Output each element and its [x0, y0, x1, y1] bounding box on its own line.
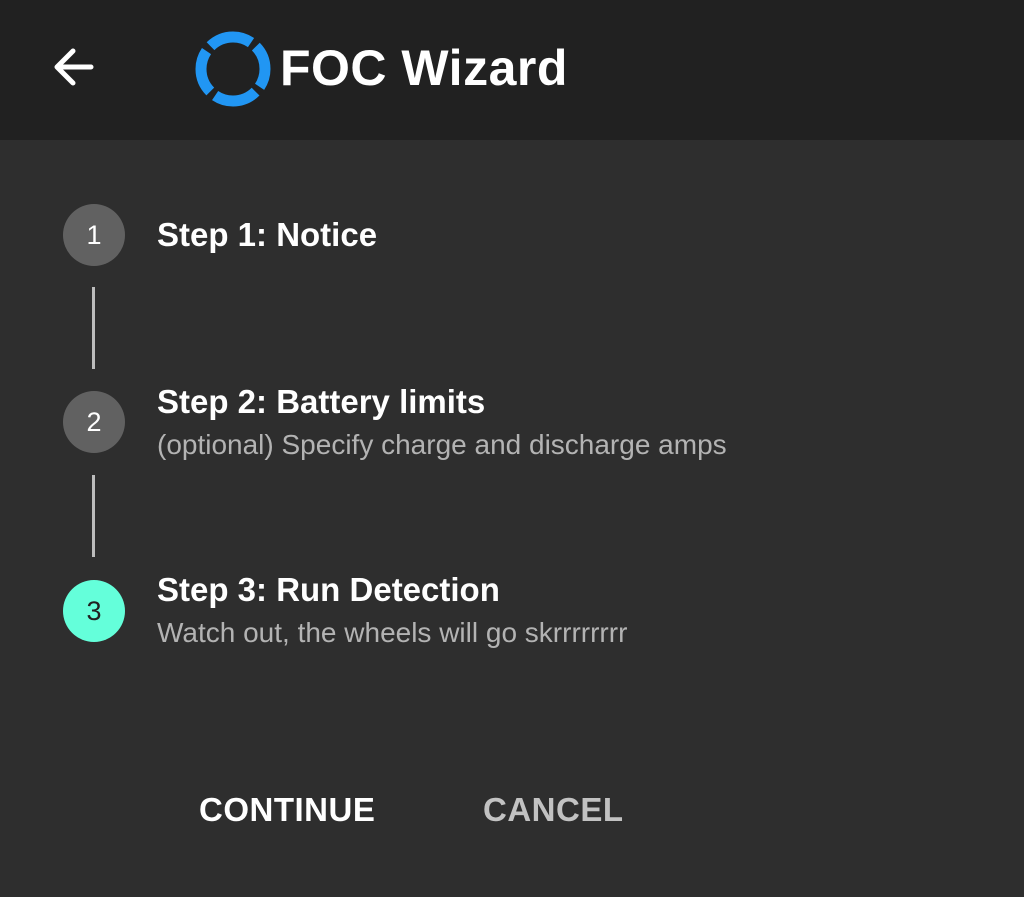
step-1-circle[interactable]: 1: [63, 204, 125, 266]
step-2-circle[interactable]: 2: [63, 391, 125, 453]
step-3-title[interactable]: Step 3: Run Detection: [157, 570, 500, 610]
continue-button[interactable]: CONTINUE: [199, 788, 375, 832]
step-connector-1: [92, 287, 95, 369]
circle-logo-icon: [195, 31, 271, 107]
cancel-button[interactable]: CANCEL: [483, 788, 624, 832]
page-title: FOC Wizard: [280, 40, 568, 96]
arrow-left-icon: [54, 48, 94, 86]
app-bar: FOC Wizard: [0, 0, 1024, 140]
step-1-title[interactable]: Step 1: Notice: [157, 215, 377, 255]
stepper: [0, 140, 1024, 897]
step-2-subtitle: (optional) Specify charge and discharge …: [157, 429, 727, 460]
back-button[interactable]: [40, 34, 106, 100]
step-3-subtitle: Watch out, the wheels will go skrrrrrrrr: [157, 617, 628, 648]
step-2-title[interactable]: Step 2: Battery limits: [157, 382, 485, 422]
step-connector-2: [92, 475, 95, 557]
step-3-circle[interactable]: 3: [63, 580, 125, 642]
